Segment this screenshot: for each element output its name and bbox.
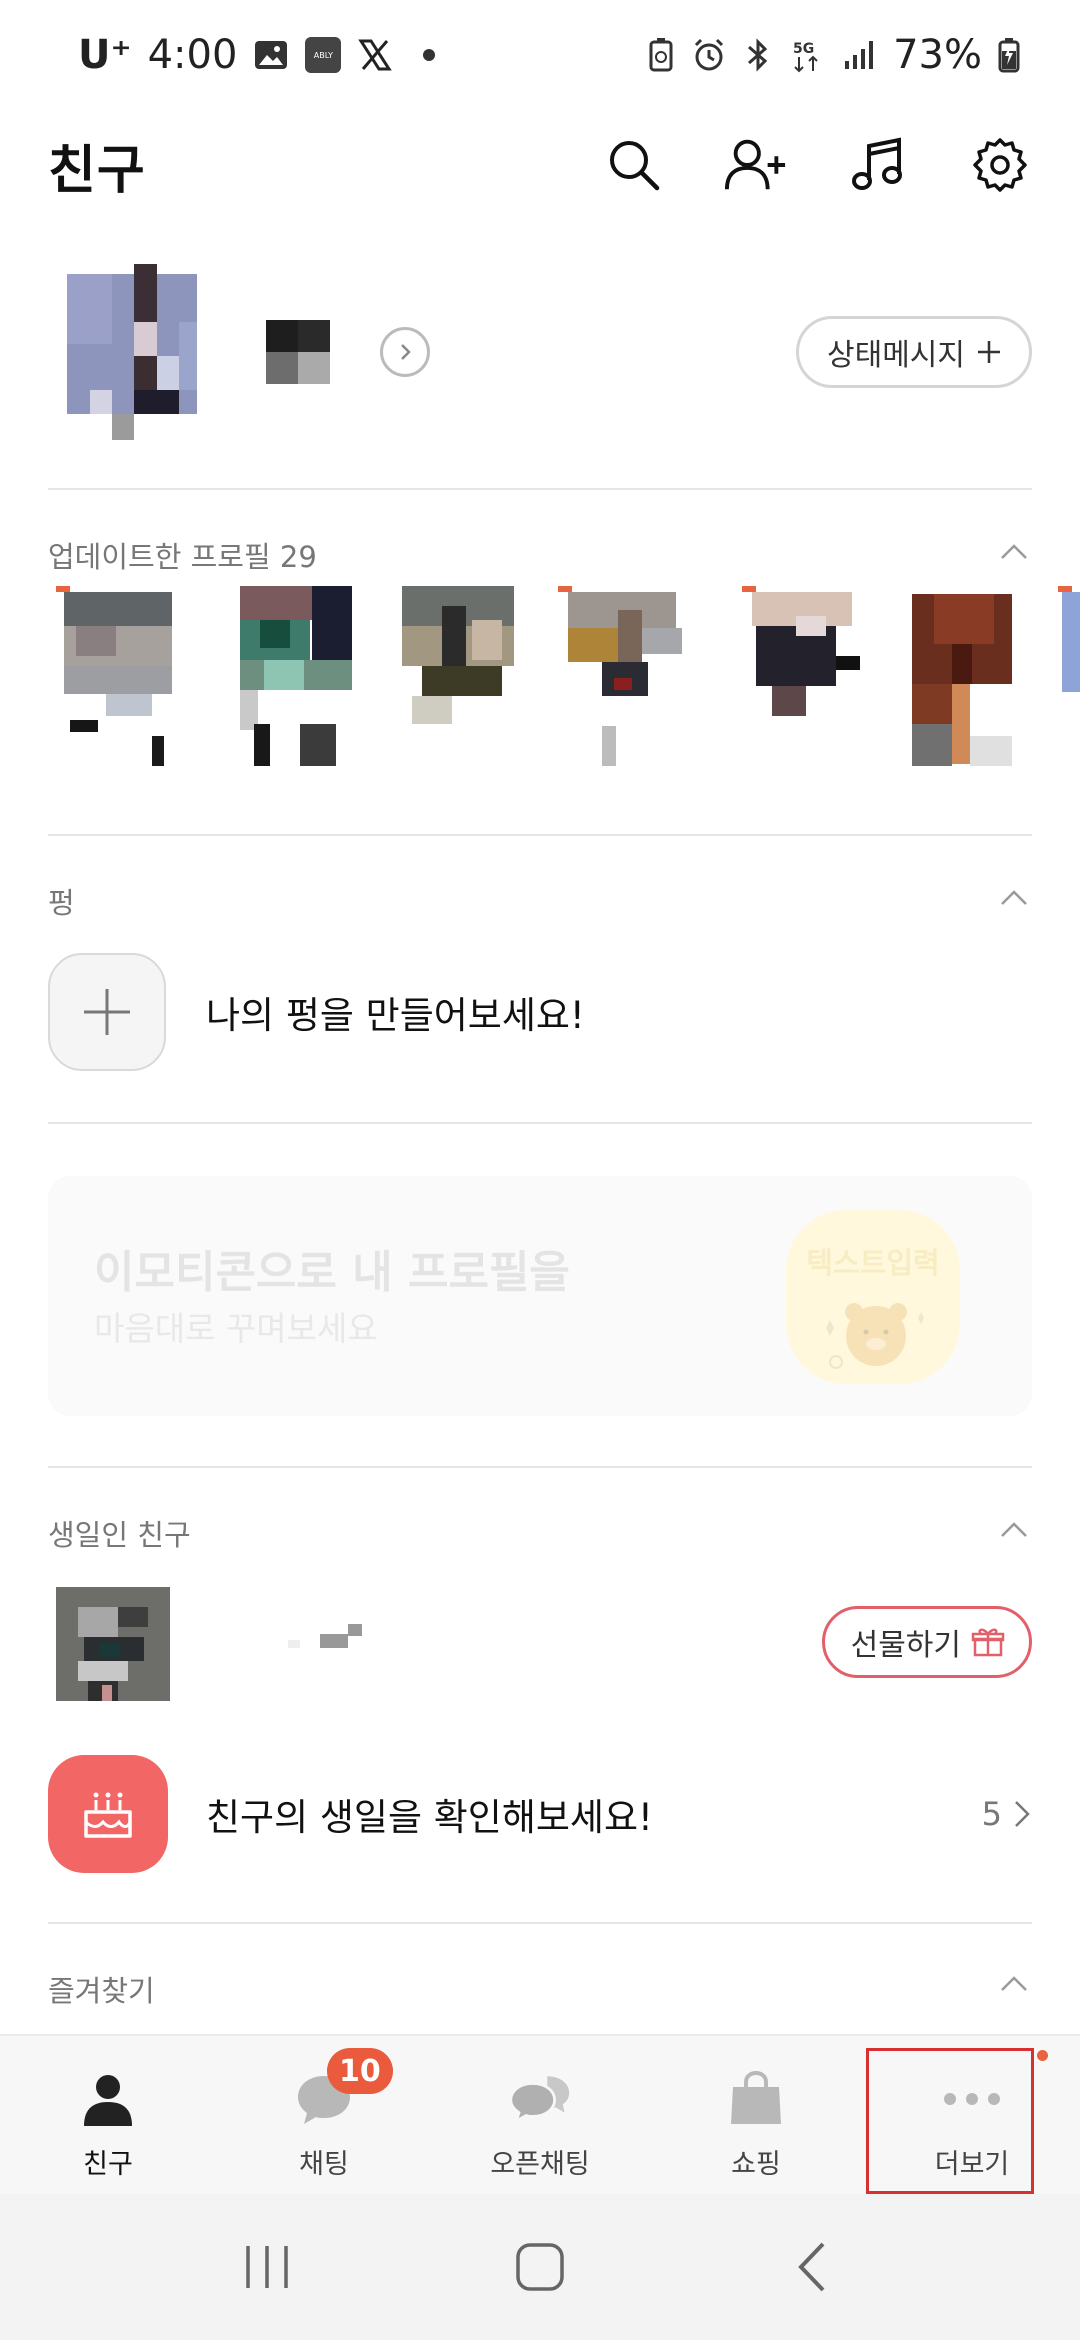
unread-badge: 10 bbox=[327, 2048, 393, 2094]
emoticon-banner-title: 이모티콘으로 내 프로필을 bbox=[94, 1247, 570, 1298]
create-pyeong-text: 나의 펑을 만들어보세요! bbox=[206, 994, 585, 1037]
recent-apps-icon[interactable] bbox=[227, 2227, 307, 2307]
birthday-friend-name bbox=[208, 1622, 388, 1662]
create-pyeong-button[interactable] bbox=[48, 953, 166, 1071]
birthday-friends-label: 생일인 친구 bbox=[48, 1518, 191, 1552]
emoticon-profile-banner[interactable]: 이모티콘으로 내 프로필을 마음대로 꾸며보세요 텍스트입력 bbox=[48, 1176, 1032, 1416]
divider bbox=[48, 488, 1032, 490]
check-birthdays-row[interactable]: 친구의 생일을 확인해보세요! 5 bbox=[48, 1754, 1032, 1874]
more-tab-highlight bbox=[866, 2048, 1034, 2194]
new-indicator-dot bbox=[1037, 2050, 1048, 2061]
alarm-icon bbox=[691, 37, 727, 73]
chat-bubble-icon: 10 bbox=[293, 2048, 393, 2130]
birthday-friend-avatar[interactable] bbox=[48, 1585, 170, 1701]
status-bar-right: 5G 73% bbox=[647, 32, 1020, 78]
status-message-button[interactable]: 상태메시지 bbox=[796, 316, 1032, 388]
gift-icon bbox=[971, 1628, 1005, 1657]
gallery-icon bbox=[253, 37, 289, 73]
tab-chats[interactable]: 10 채팅 bbox=[216, 2036, 432, 2194]
person-icon bbox=[77, 2068, 139, 2130]
ably-label: ABLY bbox=[313, 50, 334, 60]
system-nav-bar bbox=[0, 2194, 1080, 2340]
ryan-character-icon bbox=[826, 1303, 924, 1369]
tab-label: 채팅 bbox=[299, 2149, 349, 2180]
collapse-favorites-icon[interactable] bbox=[996, 1966, 1032, 2002]
chevron-right-icon bbox=[1015, 1801, 1030, 1827]
check-birthdays-text: 친구의 생일을 확인해보세요! bbox=[206, 1796, 653, 1839]
my-profile-row[interactable]: 상태메시지 bbox=[48, 262, 1032, 442]
profile-chevron-right-icon[interactable] bbox=[380, 327, 430, 377]
collapse-birthday-icon[interactable] bbox=[996, 1512, 1032, 1548]
divider bbox=[48, 1922, 1032, 1924]
divider bbox=[48, 1466, 1032, 1468]
updated-profile-item[interactable] bbox=[1058, 586, 1080, 776]
emoticon-banner-subtitle: 마음대로 꾸며보세요 bbox=[94, 1309, 378, 1348]
divider bbox=[48, 834, 1032, 836]
updated-profile-item[interactable] bbox=[742, 586, 860, 776]
emoticon-badge-text: 텍스트입력 bbox=[806, 1246, 940, 1280]
birthday-cake-icon bbox=[48, 1755, 168, 1873]
music-icon[interactable] bbox=[846, 133, 910, 197]
settings-gear-icon[interactable] bbox=[968, 133, 1032, 197]
my-profile-avatar[interactable] bbox=[48, 264, 216, 440]
svg-text:5G: 5G bbox=[793, 41, 814, 57]
updated-profile-item[interactable] bbox=[912, 586, 1030, 776]
status-bar: U⁺ 4:00 ABLY 5G 73% bbox=[0, 0, 1080, 110]
carrier-label: U⁺ bbox=[78, 32, 132, 78]
battery-saver-icon bbox=[647, 37, 675, 73]
updated-profiles-carousel[interactable] bbox=[48, 586, 1080, 776]
header-actions bbox=[602, 133, 1032, 197]
battery-charging-icon bbox=[998, 37, 1020, 73]
notification-dot-icon bbox=[423, 49, 436, 61]
collapse-pyeong-icon[interactable] bbox=[996, 880, 1032, 916]
status-bar-left: U⁺ 4:00 ABLY bbox=[78, 32, 436, 78]
updated-profile-item[interactable] bbox=[240, 586, 358, 776]
back-icon[interactable] bbox=[773, 2227, 853, 2307]
home-icon[interactable] bbox=[500, 2227, 580, 2307]
pyeong-label: 펑 bbox=[48, 886, 75, 920]
plus-icon bbox=[84, 989, 130, 1035]
tab-label: 친구 bbox=[83, 2149, 133, 2180]
tab-friends[interactable]: 친구 bbox=[0, 2036, 216, 2194]
ably-app-icon: ABLY bbox=[305, 37, 342, 73]
favorites-label: 즐겨찾기 bbox=[48, 1974, 155, 2008]
5g-signal-icon: 5G bbox=[789, 37, 825, 73]
x-app-icon bbox=[357, 37, 393, 73]
create-pyeong-row[interactable]: 나의 펑을 만들어보세요! bbox=[48, 952, 1032, 1072]
battery-percent: 73% bbox=[893, 32, 982, 78]
divider bbox=[48, 1122, 1032, 1124]
open-chat-icon bbox=[509, 2068, 571, 2130]
tab-open-chat[interactable]: 오픈채팅 bbox=[432, 2036, 648, 2194]
birthday-count[interactable]: 5 bbox=[982, 1795, 1032, 1833]
emoticon-text-badge: 텍스트입력 bbox=[786, 1210, 960, 1384]
collapse-updates-icon[interactable] bbox=[996, 534, 1032, 570]
gift-button-label: 선물하기 bbox=[850, 1628, 961, 1663]
bluetooth-icon bbox=[743, 37, 773, 73]
updated-profile-item[interactable] bbox=[558, 586, 682, 776]
cell-signal-icon bbox=[841, 37, 877, 73]
add-friend-icon[interactable] bbox=[724, 133, 788, 197]
updated-profiles-label: 업데이트한 프로필 29 bbox=[48, 540, 317, 574]
top-header: 친구 bbox=[0, 110, 1080, 220]
page-title: 친구 bbox=[48, 140, 146, 201]
plus-icon bbox=[978, 341, 1000, 363]
updated-profile-item[interactable] bbox=[402, 586, 520, 776]
tab-label: 오픈채팅 bbox=[490, 2149, 590, 2180]
birthday-count-value: 5 bbox=[981, 1795, 1002, 1833]
tab-label: 쇼핑 bbox=[731, 2149, 781, 2180]
tab-shopping[interactable]: 쇼핑 bbox=[648, 2036, 864, 2194]
birthday-friend-row[interactable]: 선물하기 bbox=[48, 1582, 1032, 1702]
search-icon[interactable] bbox=[602, 133, 666, 197]
shopping-bag-icon bbox=[725, 2068, 787, 2130]
status-message-label: 상태메시지 bbox=[827, 338, 965, 373]
updated-profile-item[interactable] bbox=[56, 586, 174, 776]
my-profile-name bbox=[266, 320, 330, 384]
send-gift-button[interactable]: 선물하기 bbox=[821, 1606, 1032, 1678]
clock: 4:00 bbox=[147, 32, 238, 78]
